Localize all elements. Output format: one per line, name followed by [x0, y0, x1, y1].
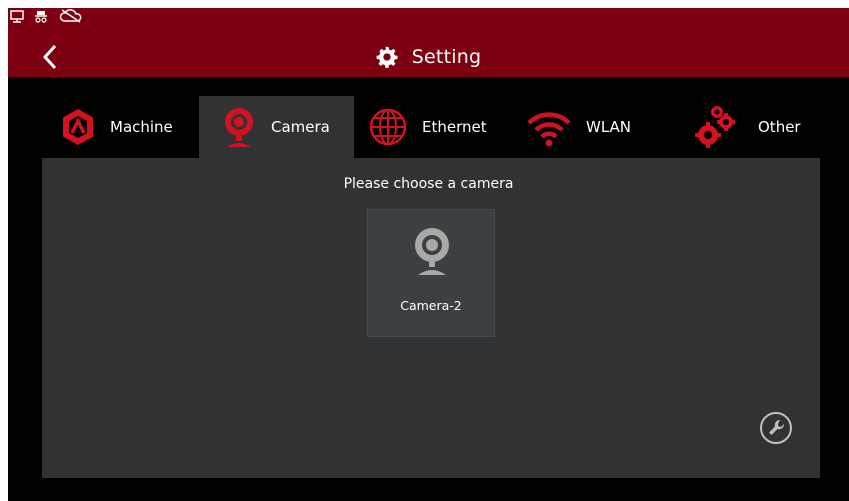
tab-wlan-label: WLAN	[586, 118, 632, 136]
wifi-icon	[527, 112, 571, 147]
tab-machine[interactable]: Machine	[60, 96, 190, 158]
tab-ethernet-label: Ethernet	[422, 118, 487, 136]
header-title-group: Setting	[8, 42, 849, 72]
cloud-off-icon	[59, 9, 82, 23]
camera-card-label: Camera-2	[400, 298, 462, 313]
camera-prompt: Please choose a camera	[343, 176, 514, 192]
tab-ethernet[interactable]: Ethernet	[368, 96, 508, 158]
page-title: Setting	[411, 46, 482, 68]
camera-card[interactable]: Camera-2	[367, 209, 495, 337]
machine-logo-icon	[63, 109, 93, 145]
tab-other[interactable]: Other	[694, 96, 824, 158]
tab-other-label: Other	[758, 118, 801, 136]
tools-button[interactable]	[759, 411, 793, 445]
settings-screen: Setting Machine Camera Ethernet WLAN Oth…	[8, 8, 849, 501]
header-bar: Setting	[8, 8, 849, 77]
gears-icon	[695, 106, 735, 148]
globe-icon	[369, 108, 407, 146]
tab-wlan[interactable]: WLAN	[526, 96, 656, 158]
webcam-icon	[415, 228, 449, 275]
status-icons	[8, 8, 84, 24]
webcam-icon	[225, 108, 253, 147]
incognito-icon	[35, 10, 47, 23]
wrench-icon	[760, 412, 792, 444]
tab-camera-label: Camera	[271, 118, 330, 136]
tab-camera[interactable]: Camera	[199, 96, 354, 158]
monitor-icon	[10, 9, 24, 23]
gear-icon	[376, 46, 398, 68]
tab-machine-label: Machine	[110, 118, 173, 136]
